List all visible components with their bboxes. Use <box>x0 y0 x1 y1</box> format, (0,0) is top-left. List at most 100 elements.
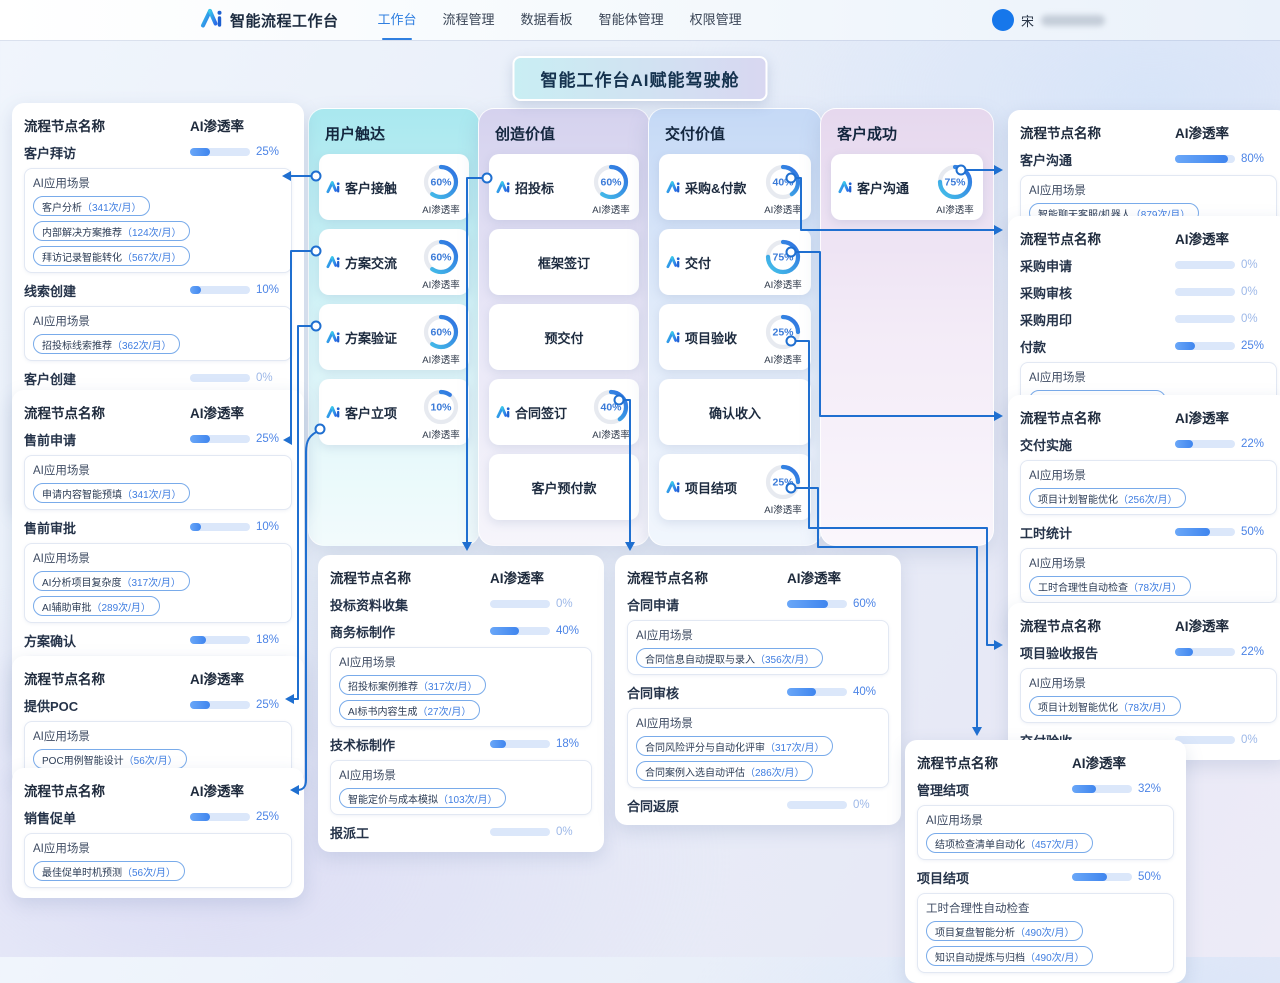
svg-text:25%: 25% <box>772 326 794 338</box>
process-node-name: 方案确认 <box>24 631 190 650</box>
ai-rate-value: 0% <box>1241 286 1258 298</box>
ai-rate-gauge-label: AI渗透率 <box>422 427 459 441</box>
process-node-main: 商务标制作40% <box>330 621 592 641</box>
ai-node-icon <box>326 405 341 419</box>
ai-rate-value: 60% <box>853 598 876 610</box>
process-node-row-线索创建: 线索创建10%AI应用场景招投标线索推荐（362次/月） <box>24 280 292 361</box>
stage-node-预交付[interactable]: 预交付 <box>489 304 639 370</box>
col-header-ai-rate: AI渗透率 <box>490 567 592 587</box>
ai-scenario-box: AI应用场景项目计划智能优化（256次/月） <box>1020 460 1277 515</box>
stage-node-招投标[interactable]: 招投标60%AI渗透率 <box>489 154 639 220</box>
stage-column-用户触达: 用户触达客户接触60%AI渗透率方案交流60%AI渗透率方案验证60%AI渗透率… <box>308 108 480 546</box>
ai-rate-donut: 60% <box>420 161 462 203</box>
stage-node-方案交流[interactable]: 方案交流60%AI渗透率 <box>319 229 469 295</box>
stage-node-name: 框架签订 <box>538 253 590 272</box>
nav-item-工作台[interactable]: 工作台 <box>378 0 417 40</box>
ai-rate-gauge-label: AI渗透率 <box>592 427 629 441</box>
ai-rate-bar <box>787 600 847 608</box>
stage-node-label: 客户立项 <box>345 403 397 422</box>
page-title: 智能工作台AI赋能驾驶舱 <box>513 56 768 101</box>
nav-item-权限管理[interactable]: 权限管理 <box>690 0 742 40</box>
process-node-row-采购审核: 采购审核0% <box>1020 282 1277 302</box>
ai-rate-donut: 40% <box>762 161 804 203</box>
ai-rate-gauge-label: AI渗透率 <box>764 277 801 291</box>
ai-scenario-box: AI应用场景结项检查清单自动化（457次/月） <box>917 805 1174 860</box>
stage-node-客户沟通[interactable]: 客户沟通75%AI渗透率 <box>831 154 983 220</box>
stage-node-合同签订[interactable]: 合同签订40%AI渗透率 <box>489 379 639 445</box>
detail-card-L4: 流程节点名称AI渗透率销售促单25%AI应用场景最佳促单时机预测（56次/月） <box>12 768 304 898</box>
ai-rate-gauge: 75%AI渗透率 <box>934 159 976 216</box>
stage-node-label: 框架签订 <box>538 253 590 272</box>
ai-rate-value: 25% <box>256 146 279 158</box>
ai-rate-bar <box>1175 288 1235 296</box>
ai-rate: 25% <box>1175 340 1277 352</box>
ai-rate-value: 22% <box>1241 646 1264 658</box>
ai-node-icon <box>326 180 341 194</box>
process-node-row-商务标制作: 商务标制作40%AI应用场景招投标案例推荐（317次/月）AI标书内容生成（27… <box>330 621 592 727</box>
nav-item-数据看板[interactable]: 数据看板 <box>521 0 573 40</box>
stage-node-name: 方案验证 <box>326 328 397 347</box>
process-node-name: 项目结项 <box>917 868 1072 887</box>
user-area[interactable]: 宋 <box>992 9 1105 31</box>
stage-node-客户预付款[interactable]: 客户预付款 <box>489 454 639 520</box>
stage-node-方案验证[interactable]: 方案验证60%AI渗透率 <box>319 304 469 370</box>
stage-node-框架签订[interactable]: 框架签订 <box>489 229 639 295</box>
process-node-name: 合同申请 <box>627 595 787 614</box>
detail-card-header: 流程节点名称AI渗透率 <box>917 752 1174 772</box>
ai-rate: 50% <box>1175 526 1277 538</box>
ai-node-icon <box>326 255 341 269</box>
stage-node-客户立项[interactable]: 客户立项10%AI渗透率 <box>319 379 469 445</box>
scenario-chip-智能定价与成本模拟: 智能定价与成本模拟（103次/月） <box>339 788 506 808</box>
detail-card-header: 流程节点名称AI渗透率 <box>1020 228 1277 248</box>
stage-node-交付[interactable]: 交付75%AI渗透率 <box>659 229 811 295</box>
stage-column-创造价值: 创造价值招投标60%AI渗透率框架签订预交付合同签订40%AI渗透率客户预付款 <box>478 108 650 546</box>
ai-scenario-label: AI应用场景 <box>1029 467 1268 483</box>
process-node-row-投标资料收集: 投标资料收集0% <box>330 594 592 614</box>
stage-node-项目验收[interactable]: 项目验收25%AI渗透率 <box>659 304 811 370</box>
stage-node-采购&付款[interactable]: 采购&付款40%AI渗透率 <box>659 154 811 220</box>
avatar[interactable] <box>992 9 1014 31</box>
ai-rate-gauge-label: AI渗透率 <box>422 277 459 291</box>
detail-card-header: 流程节点名称AI渗透率 <box>1020 122 1277 142</box>
stage-title: 客户成功 <box>837 123 979 144</box>
process-node-main: 技术标制作18% <box>330 734 592 754</box>
ai-scenario-label: AI应用场景 <box>33 175 283 191</box>
stage-node-项目结项[interactable]: 项目结项25%AI渗透率 <box>659 454 811 520</box>
scenario-chip-知识自动提炼与归档: 知识自动提炼与归档（490次/月） <box>926 946 1093 966</box>
ai-rate-value: 0% <box>1241 313 1258 325</box>
ai-rate-bar-fill <box>787 688 816 696</box>
process-node-main: 线索创建10% <box>24 280 292 300</box>
ai-rate-bar <box>1175 315 1235 323</box>
stage-node-客户接触[interactable]: 客户接触60%AI渗透率 <box>319 154 469 220</box>
ai-scenario-chips: 工时合理性自动检查（78次/月） <box>1029 576 1268 596</box>
ai-rate-gauge-label: AI渗透率 <box>592 202 629 216</box>
process-node-name: 技术标制作 <box>330 735 490 754</box>
ai-rate-donut: 60% <box>420 311 462 353</box>
stage-title: 用户触达 <box>325 123 465 144</box>
ai-scenario-chips: 项目计划智能优化（78次/月） <box>1029 696 1268 716</box>
ai-scenario-chips: 结项检查清单自动化（457次/月） <box>926 833 1165 853</box>
process-node-main: 客户拜访25% <box>24 142 292 162</box>
ai-rate-bar <box>787 801 847 809</box>
detail-card-header: 流程节点名称AI渗透率 <box>24 402 292 422</box>
col-header-ai-rate: AI渗透率 <box>1175 615 1277 635</box>
app-logo[interactable]: 智能流程工作台 <box>200 7 339 34</box>
detail-card-header: 流程节点名称AI渗透率 <box>330 567 592 587</box>
nav-item-智能体管理[interactable]: 智能体管理 <box>599 0 664 40</box>
stage-node-name: 合同签订 <box>496 403 567 422</box>
process-node-name: 投标资料收集 <box>330 595 490 614</box>
detail-card-R5: 流程节点名称AI渗透率管理结项32%AI应用场景结项检查清单自动化（457次/月… <box>905 740 1186 983</box>
ai-rate-bar-fill <box>190 701 210 709</box>
stage-node-label: 客户预付款 <box>531 478 596 497</box>
detail-card-B1: 流程节点名称AI渗透率投标资料收集0% 商务标制作40%AI应用场景招投标案例推荐… <box>318 555 604 852</box>
ai-rate-gauge: 60%AI渗透率 <box>420 234 462 291</box>
ai-rate-bar-fill <box>1175 648 1193 656</box>
stage-node-label: 交付 <box>685 253 711 272</box>
col-header-ai-rate: AI渗透率 <box>1072 752 1174 772</box>
stage-node-name: 确认收入 <box>709 403 761 422</box>
stage-node-label: 采购&付款 <box>685 178 746 197</box>
stage-node-确认收入[interactable]: 确认收入 <box>659 379 811 445</box>
scenario-chip-项目计划智能优化: 项目计划智能优化（256次/月） <box>1029 488 1186 508</box>
nav-item-流程管理[interactable]: 流程管理 <box>443 0 495 40</box>
ai-rate-gauge: 25%AI渗透率 <box>762 309 804 366</box>
